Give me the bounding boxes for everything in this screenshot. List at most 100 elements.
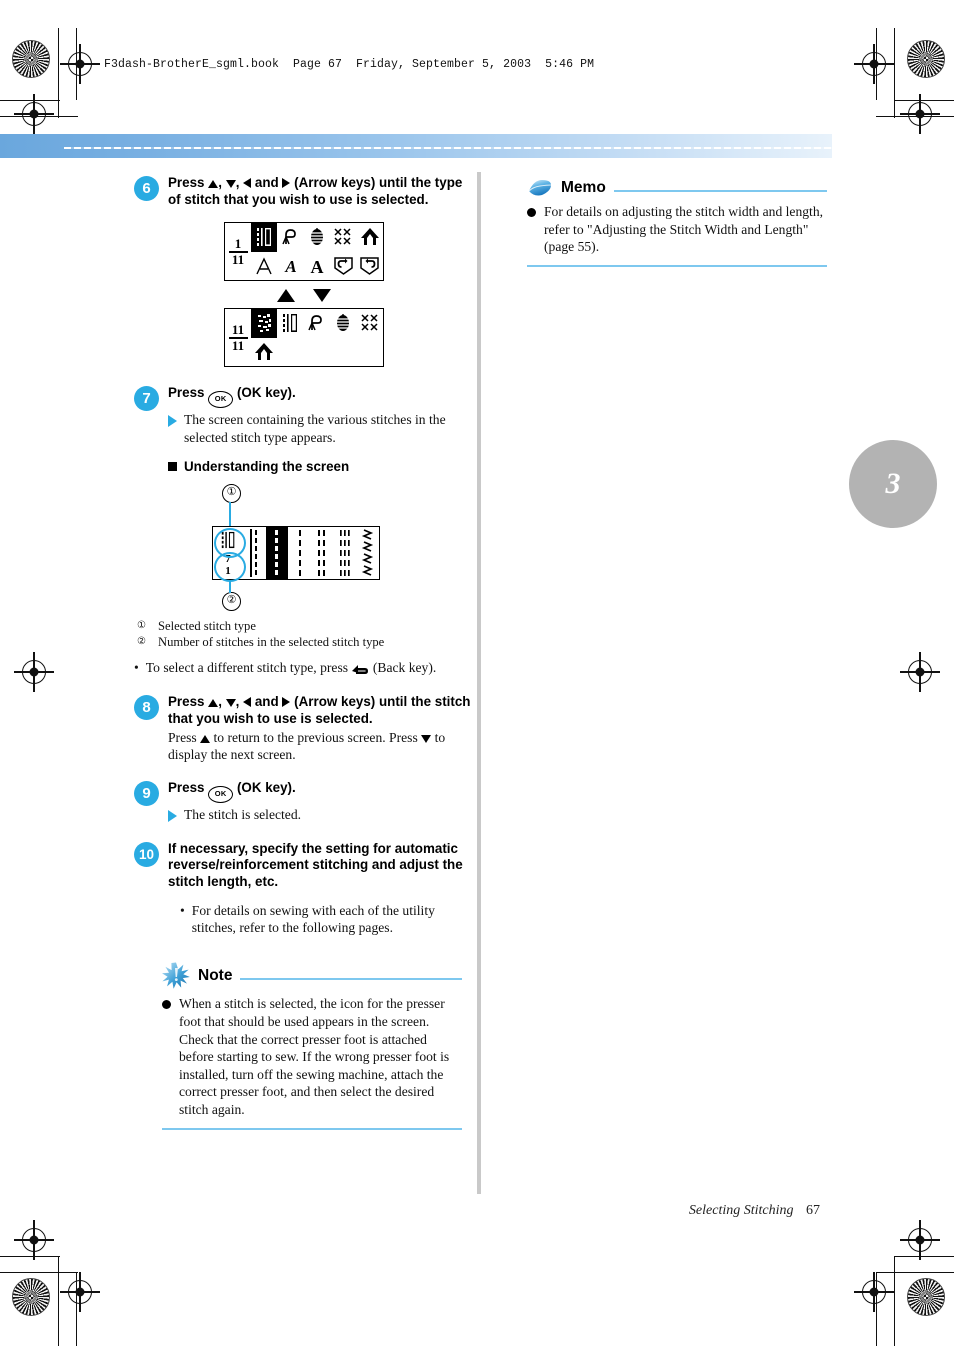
stitch-pattern-dashed-single[interactable] <box>288 527 311 579</box>
memo-box-item: For details on adjusting the stitch widt… <box>527 203 827 256</box>
note-box-rule <box>240 978 462 981</box>
step-7: 7 Press OK (OK key). The screen containi… <box>134 385 474 474</box>
callout-2-marker: ② <box>222 592 241 611</box>
step-8: 8 Press , , and (Arrow keys) until the s… <box>134 694 474 763</box>
lcd2-page-indicator: 11 11 <box>225 309 251 366</box>
stitch-type-letter-script-a-icon[interactable]: A <box>277 252 303 281</box>
stitch-pattern-double[interactable] <box>311 527 334 579</box>
stitch-pattern-dashed[interactable] <box>243 527 266 579</box>
legend-text-2: Number of stitches in the selected stitc… <box>158 635 385 649</box>
lcd-stitch-pattern-row <box>243 527 379 579</box>
note-box-header: Note <box>162 962 462 990</box>
crop-mark <box>876 28 878 100</box>
result-triangle-icon <box>168 415 177 428</box>
step-7-title-tail: (OK key). <box>236 385 296 401</box>
press-label: Press <box>168 385 205 401</box>
stitch-type-buttonhole-icon[interactable] <box>357 223 383 252</box>
press-label: Press <box>168 780 205 796</box>
svg-text:A: A <box>310 257 323 276</box>
heading-square-icon <box>168 462 177 471</box>
arrow-left-icon <box>243 178 252 188</box>
footer-section-title: Selecting Stitching <box>688 1203 794 1218</box>
crop-mark <box>0 1272 78 1274</box>
stitch-pattern-zigzag[interactable] <box>356 527 379 579</box>
stitch-type-overcasting-icon[interactable] <box>277 223 303 252</box>
understanding-screen-heading: Understanding the screen <box>168 459 474 474</box>
stitch-type-cross-icon[interactable] <box>357 309 383 338</box>
ok-key-icon[interactable]: OK <box>208 391 234 409</box>
callout-2-highlight-ring <box>214 552 246 582</box>
crop-mark <box>876 1272 878 1346</box>
memo-box-item-text: For details on adjusting the stitch widt… <box>544 204 824 255</box>
crop-mark <box>0 1256 60 1258</box>
crop-mark <box>0 100 60 102</box>
lcd1-page-indicator: 1 11 <box>225 223 251 280</box>
arrow-up-icon <box>208 180 219 188</box>
page-header-band <box>0 134 832 158</box>
step-9-title: Press OK (OK key). <box>168 780 474 804</box>
lcd2-icon-grid <box>251 309 383 366</box>
note-sparkle-icon <box>162 962 190 990</box>
step-number-badge: 10 <box>134 841 159 867</box>
stitch-type-pocket-left-icon[interactable] <box>330 252 356 281</box>
step-8-title: Press , , and (Arrow keys) until the sti… <box>168 694 471 726</box>
stitch-type-blind-hem-icon[interactable] <box>304 223 330 252</box>
arrow-up-icon <box>200 734 211 743</box>
ok-key-icon[interactable]: OK <box>208 786 234 804</box>
stitch-type-letter-serif-a-icon[interactable]: A <box>304 252 330 281</box>
lcd-screen-1-wrap: 1 11 A A <box>134 222 474 282</box>
lcd1-page-current: 1 <box>234 235 242 251</box>
crop-mark <box>894 1256 896 1346</box>
right-column: Memo For details on adjusting the stitch… <box>527 178 827 267</box>
legend-text-1: Selected stitch type <box>158 619 256 633</box>
stitch-pattern-triple[interactable] <box>334 527 357 579</box>
stitch-type-straight-icon[interactable] <box>277 309 303 338</box>
legend-marker-1: ① <box>137 620 146 631</box>
step-10-title: If necessary, specify the setting for au… <box>168 840 463 889</box>
arrow-down-icon[interactable] <box>313 289 331 303</box>
press-label: Press <box>168 175 205 190</box>
legend-item-2: ② Number of stitches in the selected sti… <box>134 634 474 650</box>
note-box-bottom-rule <box>162 1127 462 1130</box>
header-dashed-rule <box>64 147 832 149</box>
step-10: 10 If necessary, specify the setting for… <box>134 841 474 937</box>
back-key-icon[interactable] <box>351 662 369 676</box>
stitch-pattern-selected[interactable] <box>265 527 289 579</box>
stitch-type-letter-block-a-icon[interactable] <box>251 252 277 281</box>
stitch-type-buttonhole-icon[interactable] <box>251 338 277 367</box>
result-triangle-icon <box>168 810 177 823</box>
lcd-screen-1[interactable]: 1 11 A A <box>224 222 384 282</box>
bullet-dot-icon <box>527 208 536 217</box>
stitch-type-decorative-icon[interactable] <box>251 309 278 338</box>
arrow-down-icon <box>225 180 236 188</box>
registration-cross-top-left <box>60 44 100 84</box>
column-divider <box>477 172 481 1194</box>
left-column: 6 Press , , and (Arrow keys) until the t… <box>134 175 474 1130</box>
crop-mark <box>894 100 954 102</box>
stitch-type-overcasting-icon[interactable] <box>304 309 330 338</box>
crop-mark <box>0 116 78 118</box>
lcd-screen-2[interactable]: 11 11 <box>224 308 384 368</box>
lcd2-page-current: 11 <box>231 321 245 337</box>
step-8-subtext: Press to return to the previous screen. … <box>168 729 474 764</box>
stitch-type-cross-icon[interactable] <box>330 223 356 252</box>
registration-cross-left-middle <box>14 652 54 692</box>
step-6-title: Press , , and (Arrow keys) until the typ… <box>168 175 474 208</box>
step-8-sub-a: Press <box>168 729 197 745</box>
comma: , <box>218 175 222 190</box>
memo-box-rule <box>613 190 827 192</box>
step-6: 6 Press , , and (Arrow keys) until the t… <box>134 175 474 208</box>
lcd1-icon-grid: A A <box>251 223 383 280</box>
arrow-up-icon[interactable] <box>277 289 295 303</box>
crop-mark <box>76 1272 78 1346</box>
step-7-title: Press OK (OK key). <box>168 385 474 409</box>
step-10-bullet-text: For details on sewing with each of the u… <box>191 902 435 935</box>
registration-cross-bottom-left <box>60 1272 100 1312</box>
stitch-type-blind-hem-icon[interactable] <box>330 309 356 338</box>
step-8-sub-b: to return to the previous screen. Press <box>213 729 418 745</box>
memo-box-header: Memo <box>527 178 827 198</box>
crop-mark <box>58 1256 60 1346</box>
stitch-type-pocket-right-icon[interactable] <box>357 252 383 281</box>
svg-text:A: A <box>284 257 296 276</box>
stitch-type-straight-icon[interactable] <box>251 223 278 252</box>
